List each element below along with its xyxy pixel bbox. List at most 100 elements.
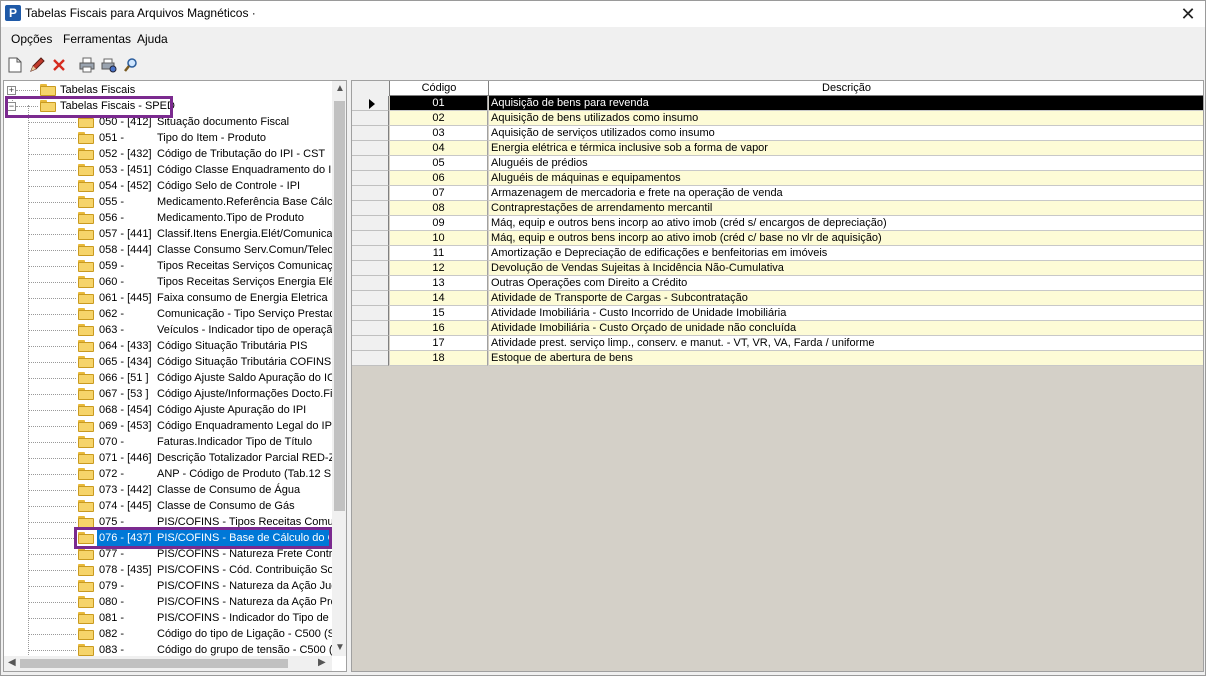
tree-item[interactable]: 074 - [445] Classe de Consumo de Gás	[4, 498, 332, 514]
scroll-left-icon[interactable]: ◀	[8, 657, 16, 668]
row-indicator[interactable]	[352, 141, 389, 156]
grid-row[interactable]: 06 Aluguéis de máquinas e equipamentos	[352, 171, 1203, 186]
cell-descricao[interactable]: Aquisição de bens para revenda	[489, 96, 1203, 111]
tree-item[interactable]: 071 - [446] Descrição Totalizador Parcia…	[4, 450, 332, 466]
cell-descricao[interactable]: Amortização e Depreciação de edificações…	[489, 246, 1203, 261]
row-indicator[interactable]	[352, 276, 389, 291]
cell-descricao[interactable]: Atividade prest. serviço limp., conserv.…	[489, 336, 1203, 351]
grid-row[interactable]: 12 Devolução de Vendas Sujeitas à Incidê…	[352, 261, 1203, 276]
tree-item[interactable]: 081 - PIS/COFINS - Indicador do Tipo de …	[4, 610, 332, 626]
row-indicator[interactable]	[352, 156, 389, 171]
tree-item[interactable]: 066 - [51 ] Código Ajuste Saldo Apuração…	[4, 370, 332, 386]
grid-row[interactable]: 09 Máq, equip e outros bens incorp ao at…	[352, 216, 1203, 231]
cell-descricao[interactable]: Aquisição de bens utilizados como insumo	[489, 111, 1203, 126]
menu-ajuda[interactable]: Ajuda	[137, 32, 168, 46]
cell-descricao[interactable]: Atividade Imobiliária - Custo Orçado de …	[489, 321, 1203, 336]
cell-codigo[interactable]: 17	[390, 336, 488, 351]
cell-codigo[interactable]: 18	[390, 351, 488, 366]
tree-item[interactable]: 062 - Comunicação - Tipo Serviço Prestad…	[4, 306, 332, 322]
grid-row[interactable]: 13 Outras Operações com Direito a Crédit…	[352, 276, 1203, 291]
tree-item[interactable]: 070 - Faturas.Indicador Tipo de Título	[4, 434, 332, 450]
cell-codigo[interactable]: 02	[390, 111, 488, 126]
cell-codigo[interactable]: 09	[390, 216, 488, 231]
grid-row[interactable]: 18 Estoque de abertura de bens	[352, 351, 1203, 366]
cell-descricao[interactable]: Atividade de Transporte de Cargas - Subc…	[489, 291, 1203, 306]
grid-row[interactable]: 08 Contraprestações de arrendamento merc…	[352, 201, 1203, 216]
close-button[interactable]: ✕	[1171, 1, 1205, 27]
cell-descricao[interactable]: Aluguéis de máquinas e equipamentos	[489, 171, 1203, 186]
tree-item[interactable]: 064 - [433] Código Situação Tributária P…	[4, 338, 332, 354]
row-indicator[interactable]	[352, 246, 389, 261]
row-indicator[interactable]	[352, 321, 389, 336]
cell-codigo[interactable]: 08	[390, 201, 488, 216]
tree-item[interactable]: 067 - [53 ] Código Ajuste/Informações Do…	[4, 386, 332, 402]
row-indicator[interactable]	[352, 351, 389, 366]
cell-codigo[interactable]: 14	[390, 291, 488, 306]
row-indicator[interactable]	[352, 111, 389, 126]
cell-codigo[interactable]: 01	[390, 96, 488, 111]
row-indicator[interactable]	[352, 216, 389, 231]
tree-item[interactable]: 073 - [442] Classe de Consumo de Água	[4, 482, 332, 498]
row-indicator[interactable]	[352, 96, 389, 111]
cell-descricao[interactable]: Atividade Imobiliária - Custo Incorrido …	[489, 306, 1203, 321]
edit-pencil-icon[interactable]	[28, 56, 46, 74]
grid-row[interactable]: 01 Aquisição de bens para revenda	[352, 96, 1203, 111]
tree-hscroll-thumb[interactable]	[20, 659, 288, 668]
row-indicator[interactable]	[352, 171, 389, 186]
cell-codigo[interactable]: 03	[390, 126, 488, 141]
menu-opcoes[interactable]: Opções	[11, 32, 52, 46]
cell-descricao[interactable]: Energia elétrica e térmica inclusive sob…	[489, 141, 1203, 156]
cell-codigo[interactable]: 07	[390, 186, 488, 201]
cell-descricao[interactable]: Contraprestações de arrendamento mercant…	[489, 201, 1203, 216]
scroll-down-icon[interactable]: ▼	[335, 642, 345, 653]
column-header-descricao[interactable]: Descrição	[489, 81, 1203, 96]
cell-descricao[interactable]: Armazenagem de mercadoria e frete na ope…	[489, 186, 1203, 201]
cell-codigo[interactable]: 12	[390, 261, 488, 276]
scroll-right-icon[interactable]: ▶	[318, 657, 326, 668]
tree-horizontal-scrollbar[interactable]: ◀ ▶	[4, 656, 332, 671]
tree-item[interactable]: 053 - [451] Código Classe Enquadramento …	[4, 162, 332, 178]
tree-vertical-scrollbar[interactable]: ▲ ▼	[332, 81, 346, 656]
print-icon[interactable]	[78, 56, 96, 74]
grid-row[interactable]: 05 Aluguéis de prédios	[352, 156, 1203, 171]
tree-item[interactable]: 082 - Código do tipo de Ligação - C500 (…	[4, 626, 332, 642]
tree-item[interactable]: 054 - [452] Código Selo de Controle - IP…	[4, 178, 332, 194]
cell-codigo[interactable]: 10	[390, 231, 488, 246]
cell-descricao[interactable]: Outras Operações com Direito a Crédito	[489, 276, 1203, 291]
delete-x-icon[interactable]	[50, 56, 68, 74]
tree-item[interactable]: 059 - Tipos Receitas Serviços Comunicaçã	[4, 258, 332, 274]
menu-ferramentas[interactable]: Ferramentas	[63, 32, 131, 46]
tree-item[interactable]: 052 - [432] Código de Tributação do IPI …	[4, 146, 332, 162]
tree-item[interactable]: 068 - [454] Código Ajuste Apuração do IP…	[4, 402, 332, 418]
expand-icon[interactable]: +	[7, 86, 16, 95]
grid-row[interactable]: 03 Aquisição de serviços utilizados como…	[352, 126, 1203, 141]
cell-codigo[interactable]: 13	[390, 276, 488, 291]
grid-row[interactable]: 02 Aquisição de bens utilizados como ins…	[352, 111, 1203, 126]
tree-item[interactable]: 058 - [444] Classe Consumo Serv.Comun/Te…	[4, 242, 332, 258]
cell-descricao[interactable]: Máq, equip e outros bens incorp ao ativo…	[489, 216, 1203, 231]
cell-descricao[interactable]: Estoque de abertura de bens	[489, 351, 1203, 366]
tree-item[interactable]: 065 - [434] Código Situação Tributária C…	[4, 354, 332, 370]
tree-item[interactable]: 080 - PIS/COFINS - Natureza da Ação Pro	[4, 594, 332, 610]
cell-codigo[interactable]: 15	[390, 306, 488, 321]
row-indicator[interactable]	[352, 291, 389, 306]
grid-row[interactable]: 11 Amortização e Depreciação de edificaç…	[352, 246, 1203, 261]
tree-vscroll-thumb[interactable]	[334, 101, 345, 511]
row-indicator[interactable]	[352, 186, 389, 201]
tree-item[interactable]: 078 - [435] PIS/COFINS - Cód. Contribuiç…	[4, 562, 332, 578]
tree-item[interactable]: 061 - [445] Faixa consumo de Energia Ele…	[4, 290, 332, 306]
row-indicator[interactable]	[352, 201, 389, 216]
cell-codigo[interactable]: 06	[390, 171, 488, 186]
row-indicator[interactable]	[352, 336, 389, 351]
cell-descricao[interactable]: Aquisição de serviços utilizados como in…	[489, 126, 1203, 141]
cell-codigo[interactable]: 05	[390, 156, 488, 171]
new-document-icon[interactable]	[6, 56, 24, 74]
tree-item[interactable]: 060 - Tipos Receitas Serviços Energia El…	[4, 274, 332, 290]
grid-row[interactable]: 10 Máq, equip e outros bens incorp ao at…	[352, 231, 1203, 246]
cell-descricao[interactable]: Aluguéis de prédios	[489, 156, 1203, 171]
cell-codigo[interactable]: 11	[390, 246, 488, 261]
tree-item[interactable]: 079 - PIS/COFINS - Natureza da Ação Jud	[4, 578, 332, 594]
cell-codigo[interactable]: 04	[390, 141, 488, 156]
cell-descricao[interactable]: Máq, equip e outros bens incorp ao ativo…	[489, 231, 1203, 246]
cell-codigo[interactable]: 16	[390, 321, 488, 336]
